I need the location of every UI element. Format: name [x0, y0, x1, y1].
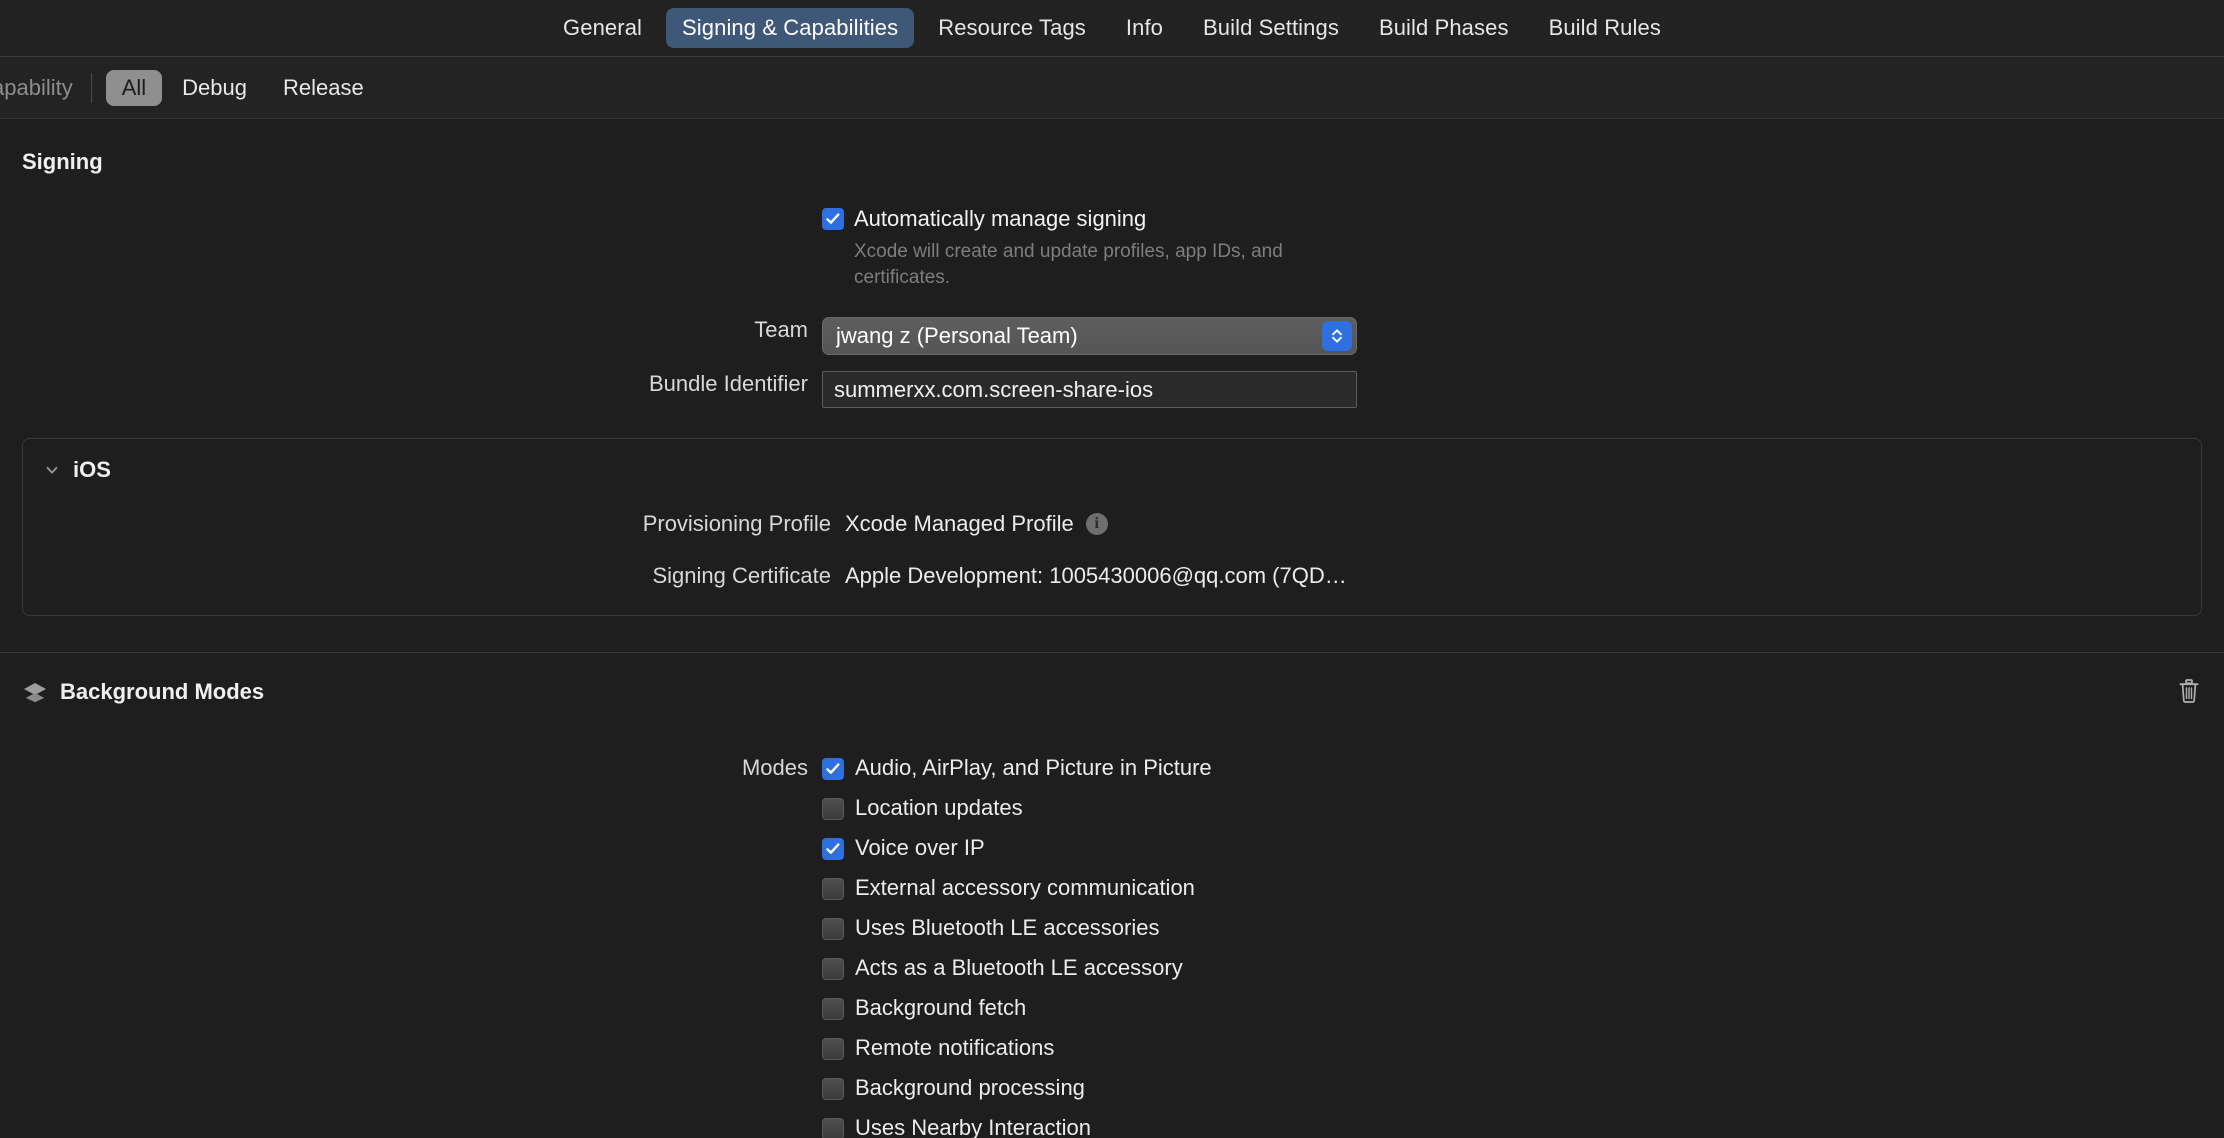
modes-label: Modes: [0, 755, 822, 1138]
team-stepper-icon[interactable]: [1322, 321, 1352, 351]
layers-icon: [22, 679, 48, 705]
mode-item[interactable]: Uses Nearby Interaction: [822, 1115, 1212, 1138]
tab-build-rules[interactable]: Build Rules: [1533, 8, 1677, 48]
mode-label: Background processing: [855, 1075, 1085, 1101]
automatic-signing-row: Automatically manage signing Xcode will …: [0, 205, 2224, 291]
chevron-down-glyph: [43, 461, 61, 479]
background-modes-list-wrap: Modes Audio, AirPlay, and Picture in Pic…: [0, 755, 2224, 1138]
mode-item[interactable]: Acts as a Bluetooth LE accessory: [822, 955, 1212, 981]
mode-checkbox-external-accessory-communication[interactable]: [822, 878, 844, 900]
team-row: Team jwang z (Personal Team): [0, 317, 2224, 355]
filter-divider: [91, 73, 92, 103]
provisioning-profile-row: Provisioning Profile Xcode Managed Profi…: [23, 511, 2201, 537]
background-modes-header: Background Modes: [0, 653, 2224, 707]
background-modes-title: Background Modes: [60, 679, 2176, 705]
mode-label: Uses Nearby Interaction: [855, 1115, 1091, 1138]
mode-label: Acts as a Bluetooth LE accessory: [855, 955, 1183, 981]
mode-item[interactable]: Background processing: [822, 1075, 1212, 1101]
mode-checkbox-voice-over-ip[interactable]: [822, 838, 844, 860]
trash-icon[interactable]: [2176, 677, 2202, 707]
mode-item[interactable]: Voice over IP: [822, 835, 1212, 861]
bundle-identifier-value: summerxx.com.screen-share-ios: [834, 377, 1153, 403]
info-icon[interactable]: i: [1086, 513, 1108, 535]
chevron-up-down-icon: [1329, 327, 1345, 345]
segment-debug[interactable]: Debug: [166, 70, 263, 106]
mode-checkbox-uses-bluetooth-le-accessories[interactable]: [822, 918, 844, 940]
mode-item[interactable]: Background fetch: [822, 995, 1212, 1021]
signing-certificate-row: Signing Certificate Apple Development: 1…: [23, 563, 2201, 589]
checkmark-icon: [825, 841, 841, 857]
tab-signing-capabilities[interactable]: Signing & Capabilities: [666, 8, 914, 48]
chevron-down-icon[interactable]: [43, 461, 61, 479]
tab-build-settings[interactable]: Build Settings: [1187, 8, 1355, 48]
modes-checkbox-list: Audio, AirPlay, and Picture in Picture L…: [822, 755, 1212, 1138]
bundle-identifier-input[interactable]: summerxx.com.screen-share-ios: [822, 371, 1357, 408]
mode-checkbox-remote-notifications[interactable]: [822, 1038, 844, 1060]
tab-general[interactable]: General: [547, 8, 658, 48]
configuration-segmented-control: All Debug Release: [106, 70, 380, 106]
ios-group-title: iOS: [73, 457, 111, 483]
automatically-manage-signing-label: Automatically manage signing: [854, 205, 1354, 233]
signing-capabilities-content: Signing Automatically manage signing Xco…: [0, 119, 2224, 1138]
editor-tab-bar: General Signing & Capabilities Resource …: [0, 0, 2224, 57]
mode-label: Background fetch: [855, 995, 1026, 1021]
mode-label: Location updates: [855, 795, 1023, 821]
tab-resource-tags[interactable]: Resource Tags: [922, 8, 1102, 48]
mode-checkbox-location-updates[interactable]: [822, 798, 844, 820]
add-capability-button-truncated[interactable]: apability: [0, 75, 91, 101]
automatically-manage-signing-checkbox[interactable]: [822, 208, 844, 230]
mode-checkbox-audio-airplay-picture-in-picture[interactable]: [822, 758, 844, 780]
provisioning-profile-label: Provisioning Profile: [23, 511, 845, 537]
team-label: Team: [0, 317, 822, 343]
ios-platform-group: iOS Provisioning Profile Xcode Managed P…: [22, 438, 2202, 616]
tab-info[interactable]: Info: [1110, 8, 1179, 48]
provisioning-profile-value[interactable]: Xcode Managed Profile: [845, 511, 1074, 537]
mode-label: External accessory communication: [855, 875, 1195, 901]
signing-section-title: Signing: [22, 149, 2224, 175]
signing-certificate-value[interactable]: Apple Development: 1005430006@qq.com (7Q…: [845, 563, 1347, 588]
bundle-identifier-row: Bundle Identifier summerxx.com.screen-sh…: [0, 371, 2224, 408]
mode-item[interactable]: Uses Bluetooth LE accessories: [822, 915, 1212, 941]
signing-certificate-label: Signing Certificate: [23, 563, 845, 589]
mode-label: Remote notifications: [855, 1035, 1054, 1061]
trash-glyph: [2176, 677, 2202, 707]
segment-release[interactable]: Release: [267, 70, 380, 106]
mode-checkbox-background-fetch[interactable]: [822, 998, 844, 1020]
mode-label: Audio, AirPlay, and Picture in Picture: [855, 755, 1212, 781]
mode-item[interactable]: External accessory communication: [822, 875, 1212, 901]
mode-item[interactable]: Location updates: [822, 795, 1212, 821]
checkmark-icon: [825, 761, 841, 777]
checkmark-icon: [825, 211, 841, 227]
mode-checkbox-uses-nearby-interaction[interactable]: [822, 1118, 844, 1138]
team-value: jwang z (Personal Team): [836, 323, 1078, 349]
automatically-manage-signing-description: Xcode will create and update profiles, a…: [854, 239, 1354, 291]
layers-glyph: [22, 679, 48, 705]
tab-build-phases[interactable]: Build Phases: [1363, 8, 1525, 48]
segment-all[interactable]: All: [106, 70, 162, 106]
team-popup-button[interactable]: jwang z (Personal Team): [822, 317, 1357, 355]
mode-item[interactable]: Remote notifications: [822, 1035, 1212, 1061]
configuration-filter-bar: apability All Debug Release: [0, 57, 2224, 119]
mode-label: Voice over IP: [855, 835, 985, 861]
mode-item[interactable]: Audio, AirPlay, and Picture in Picture: [822, 755, 1212, 781]
bundle-identifier-label: Bundle Identifier: [0, 371, 822, 397]
mode-checkbox-background-processing[interactable]: [822, 1078, 844, 1100]
mode-label: Uses Bluetooth LE accessories: [855, 915, 1160, 941]
mode-checkbox-acts-as-a-bluetooth-le-accessory[interactable]: [822, 958, 844, 980]
ios-group-header[interactable]: iOS: [23, 457, 2201, 483]
